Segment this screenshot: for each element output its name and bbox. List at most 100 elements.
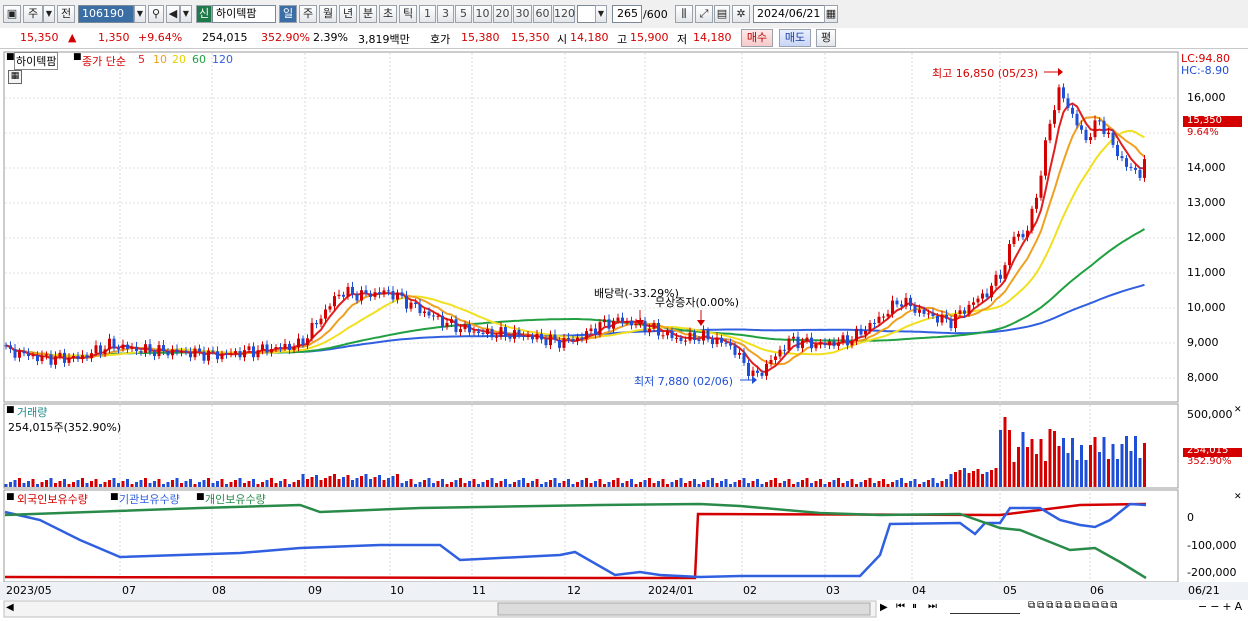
jump-end-icon[interactable]: ⏭ [928,601,937,612]
candle-body [40,355,44,362]
volume-bar [940,481,944,487]
volume-bar [927,480,930,487]
candle-body [103,349,107,355]
volume-bar [1017,447,1020,487]
volume-bar [1075,460,1079,487]
crosshair-icon[interactable]: ⤢ [695,5,713,23]
period-second-tab[interactable]: 초 [379,5,397,23]
period-week-tab[interactable]: 주 [299,5,317,23]
candle-body [850,340,854,346]
zoom-slider[interactable] [950,601,1020,614]
gear-icon[interactable]: ✲ [732,5,750,23]
price-panel-title[interactable]: 하이텍팜 [14,52,59,70]
candle-body [1120,156,1124,159]
interval-1-button[interactable]: 1 [419,5,436,23]
volume-bar [990,470,993,487]
volume-bar [9,482,12,487]
interval-60-button[interactable]: 60 [533,5,552,23]
candle-body [774,356,777,360]
date-input[interactable]: 2024/06/21 [753,5,825,23]
volume-bar [958,470,962,487]
interval-120-button[interactable]: 120 [553,5,575,23]
table-toggle-icon[interactable]: ▦ [8,70,22,84]
buy-button[interactable]: 매수 [741,29,773,47]
volume-bar [373,477,377,487]
interval-30-button[interactable]: 30 [513,5,532,23]
candle-body [805,337,809,341]
candle-body [495,336,498,338]
period-tick-tab[interactable]: 틱 [399,5,417,23]
scroll-right-icon[interactable]: ▶ [880,602,888,613]
candle-body [940,314,944,323]
volume-bar [553,478,557,487]
candle-body [499,327,503,337]
volume-bar [432,483,435,487]
scope-button[interactable]: 전 [57,5,75,23]
window-menu-icon[interactable]: ▣ [3,5,21,23]
foreign-holdings-label[interactable]: 외국인보유수량 [17,491,88,507]
candle-body [189,352,192,358]
individual-holdings-label[interactable]: 개인보유수량 [205,491,266,507]
stock-type-select[interactable]: 주 [23,5,43,23]
interval-5-button[interactable]: 5 [455,5,472,23]
volume-bar [895,480,899,487]
interval-3-button[interactable]: 3 [437,5,454,23]
period-year-tab[interactable]: 년 [339,5,357,23]
chevron-down-icon[interactable]: ▼ [43,5,55,23]
candle-body [346,286,350,297]
volume-bar [549,480,552,487]
period-minute-tab[interactable]: 분 [359,5,377,23]
volume-bar [495,483,498,487]
candle-body [837,342,840,346]
price-change-pct: +9.64% [138,31,183,44]
sell-button[interactable]: 매도 [779,29,811,47]
volume-bar [18,478,21,487]
holdings-close-icon[interactable]: ✕ [1234,492,1242,502]
candle-body [234,351,237,354]
low-annotation: 최저 7,880 (02/06) [634,375,734,388]
bar-count-input[interactable]: 265 [612,5,642,23]
scroll-left-icon[interactable]: ◀ [6,602,14,613]
bar-count-max: /600 [643,8,668,21]
zoom-controls-icon[interactable]: −−+A [1198,600,1245,613]
volume-bar [859,482,863,487]
eval-button[interactable]: 평 [816,29,836,47]
volume-y-tick: 500,000 [1187,408,1233,421]
candle-body [990,285,993,298]
interval-10-button[interactable]: 10 [473,5,492,23]
period-month-tab[interactable]: 월 [319,5,337,23]
candle-body [472,331,476,333]
y-tick-10000: 10,000 [1187,301,1226,314]
candle-icon[interactable]: ⫼ [675,5,693,23]
institution-holdings-label[interactable]: 기관보유수량 [119,491,180,507]
scrollbar-thumb[interactable] [497,602,871,616]
volume-panel-title[interactable]: 거래량 [17,404,47,420]
volume-bar [499,481,503,487]
save-icon[interactable]: ▤ [714,5,730,23]
ma120-label: 120 [212,53,233,66]
custom-interval-dropdown-icon[interactable]: ▼ [595,5,607,23]
candle-body [558,339,561,348]
candle-body [355,294,359,301]
candle-body [243,350,246,358]
pause-icon[interactable]: ⏸ [912,601,917,612]
interval-20-button[interactable]: 20 [493,5,512,23]
high-annotation: 최고 16,850 (05/23) [932,67,1039,80]
calendar-icon[interactable]: ▦ [824,5,838,23]
candle-body [1089,137,1092,141]
speaker-dropdown-icon[interactable]: ▼ [180,5,192,23]
search-icon[interactable]: ⚲ [148,5,164,23]
stock-code-input[interactable]: 106190 [78,5,134,23]
drawing-tools-icons[interactable]: ⧉⧉⧉⧉⧉⧉⧉⧉⧉⧉ [1028,600,1119,611]
candle-body [391,291,395,300]
period-day-tab[interactable]: 일 [279,5,297,23]
ma60-label: 60 [192,53,206,66]
volume-close-icon[interactable]: ✕ [1234,405,1242,415]
volume-bar [715,483,719,487]
code-dropdown-icon[interactable]: ▼ [134,5,146,23]
volume-bar [1116,459,1119,487]
candle-body [171,349,174,356]
jump-start-icon[interactable]: ⏮ [896,601,905,612]
indicator-label[interactable]: 종가 단순 [82,53,126,69]
speaker-icon[interactable]: ◀ [166,5,180,23]
